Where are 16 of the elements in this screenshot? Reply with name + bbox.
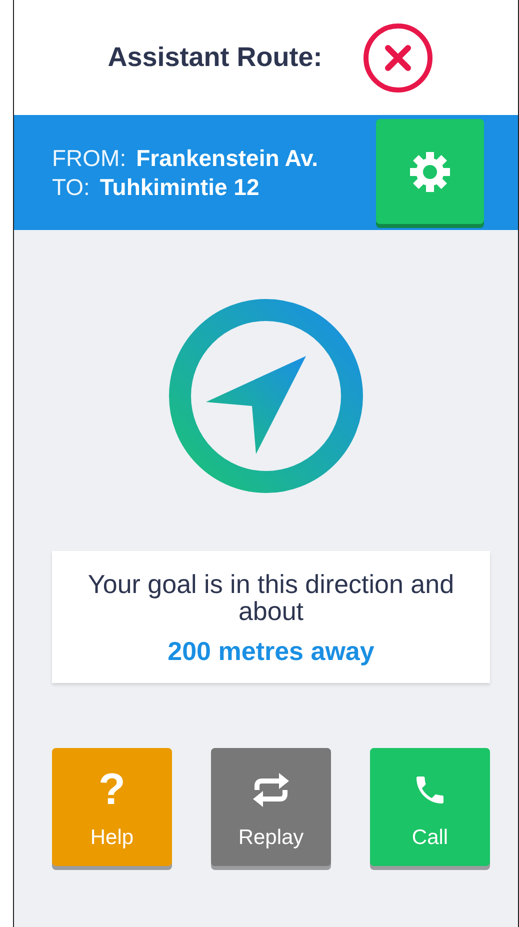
- screen-title: Assistant Route:: [108, 42, 322, 73]
- settings-button[interactable]: [376, 119, 484, 224]
- from-label: FROM:: [52, 144, 126, 172]
- to-label: TO:: [52, 174, 90, 200]
- destination-text: Tuhkimintie 12: [100, 174, 260, 200]
- close-button[interactable]: [362, 22, 434, 94]
- replay-button[interactable]: Replay: [211, 748, 331, 866]
- origin-text: Frankenstein Av.: [136, 144, 318, 172]
- call-button[interactable]: Call: [370, 748, 490, 866]
- repeat-icon: [251, 772, 291, 808]
- close-icon: [362, 22, 434, 94]
- question-mark-icon: ?: [98, 768, 126, 812]
- help-button[interactable]: ? Help: [52, 748, 172, 866]
- distance-text: 200 metres away: [166, 636, 376, 667]
- direction-message: Your goal is in this direction and about: [86, 571, 456, 626]
- compass-icon: [168, 298, 364, 494]
